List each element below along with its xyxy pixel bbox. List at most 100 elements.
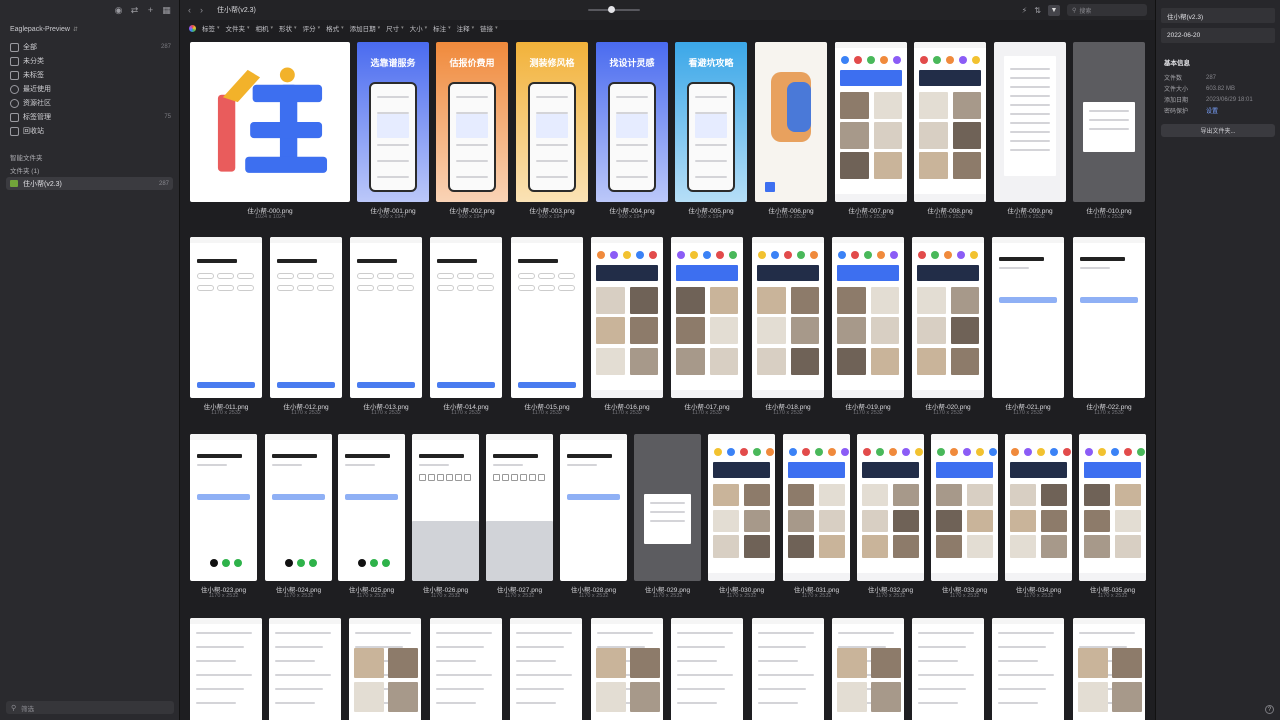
bell-icon[interactable]: ◉: [114, 5, 123, 15]
filter-chip[interactable]: 评分: [303, 23, 316, 33]
search-input[interactable]: ⚲ 搜索: [1067, 4, 1147, 16]
thumbnail-image[interactable]: [708, 434, 775, 581]
sidebar-item-tag-manage[interactable]: 标签管理 75: [0, 110, 179, 124]
export-folder-button[interactable]: 导出文件夹...: [1161, 124, 1275, 137]
thumbnail-image[interactable]: [190, 434, 257, 581]
thumbnail-image[interactable]: [1079, 434, 1146, 581]
thumbnail-image[interactable]: [671, 618, 743, 720]
filter-chip[interactable]: 文件夹: [226, 23, 246, 33]
thumbnail-image[interactable]: [1073, 618, 1145, 720]
sidebar-item-recent[interactable]: 最近使用: [0, 82, 179, 96]
file-dimensions: 1170 x 2532: [504, 593, 535, 599]
thumbnail-image[interactable]: [430, 618, 502, 720]
password-set-link[interactable]: 设置: [1206, 106, 1218, 115]
status-bar: [708, 434, 775, 440]
folder-date-field[interactable]: 2022-06-20: [1161, 28, 1275, 43]
help-icon[interactable]: ?: [1265, 705, 1274, 714]
thumbnail-image[interactable]: [412, 434, 479, 581]
thumbnail-image[interactable]: [992, 237, 1064, 398]
thumbnail-image[interactable]: [1073, 42, 1145, 202]
thumbnail-image[interactable]: [752, 618, 824, 720]
forward-icon[interactable]: ›: [200, 5, 203, 15]
thumbnail-image[interactable]: [269, 618, 341, 720]
thumbnail-image[interactable]: [510, 618, 582, 720]
sidebar-folder-item[interactable]: 住小帮(v2.3) 287: [6, 177, 173, 190]
content-line: [436, 688, 484, 690]
color-filter-icon[interactable]: [189, 24, 196, 32]
sidebar-item-all[interactable]: 全部 287: [0, 40, 179, 54]
thumbnail-image[interactable]: [835, 42, 907, 202]
thumbnail-image[interactable]: [1073, 237, 1145, 398]
sidebar-filter-input[interactable]: ⚲ 筛选: [6, 701, 174, 714]
thumbnail-image[interactable]: [338, 434, 405, 581]
sync-icon[interactable]: ⇄: [130, 5, 139, 15]
sort-icon[interactable]: ⇅: [1034, 6, 1041, 15]
thumbnail-image[interactable]: [931, 434, 998, 581]
thumbnail-image[interactable]: [591, 618, 663, 720]
thumbnail-image[interactable]: [270, 237, 342, 398]
thumbnail-image[interactable]: [560, 434, 627, 581]
thumbnail-image[interactable]: [265, 434, 332, 581]
category-icon: [690, 251, 698, 259]
filter-chip[interactable]: 尺寸: [386, 23, 399, 33]
filter-chip[interactable]: 相机: [256, 23, 269, 33]
thumbnail-image[interactable]: [752, 237, 824, 398]
thumbnail-image[interactable]: [783, 434, 850, 581]
thumbnail-image[interactable]: [511, 237, 583, 398]
smart-folders-header[interactable]: 智能文件夹: [0, 150, 179, 163]
thumbnail-image[interactable]: 选靠谱服务: [357, 42, 429, 202]
thumbnail-image[interactable]: [992, 618, 1064, 720]
category-icon: [1085, 448, 1093, 456]
thumbnail-image[interactable]: [190, 618, 262, 720]
thumbnail-image[interactable]: [832, 237, 904, 398]
thumbnail-image[interactable]: [190, 237, 262, 398]
sidebar-item-uncategorized[interactable]: 未分类: [0, 54, 179, 68]
thumbnail-image[interactable]: [634, 434, 701, 581]
filter-chip[interactable]: 链接: [480, 23, 493, 33]
add-icon[interactable]: +: [146, 5, 155, 15]
thumbnail-image[interactable]: [912, 237, 984, 398]
sidebar-item-trash[interactable]: 回收站: [0, 124, 179, 138]
thumbnail-image[interactable]: [832, 618, 904, 720]
feed-card: [1041, 509, 1067, 532]
thumbnail-image[interactable]: [857, 434, 924, 581]
content-line: [456, 96, 488, 98]
filter-chip[interactable]: 标注: [433, 23, 446, 33]
filter-chip[interactable]: 大小: [410, 23, 423, 33]
folders-header[interactable]: 文件夹 (1): [0, 163, 179, 176]
thumbnail-image[interactable]: [430, 237, 502, 398]
back-icon[interactable]: ‹: [188, 5, 191, 15]
filter-chip[interactable]: 格式: [326, 23, 339, 33]
thumbnail-image[interactable]: [190, 42, 350, 202]
thumbnail-image[interactable]: [486, 434, 553, 581]
thumbnail-image[interactable]: 找设计灵感: [596, 42, 668, 202]
content-line: [536, 96, 568, 98]
thumbnail-image[interactable]: 测装修风格: [516, 42, 588, 202]
thumbnail-image[interactable]: 看避坑攻略: [675, 42, 747, 202]
pin-icon[interactable]: ⚡: [1022, 6, 1028, 15]
thumbnail-image[interactable]: [350, 237, 422, 398]
folder-name-field[interactable]: 住小帮(v2.3): [1161, 8, 1275, 23]
filter-chip[interactable]: 标签: [202, 23, 215, 33]
filter-chip[interactable]: 注释: [457, 23, 470, 33]
panel-toggle-icon[interactable]: ▦: [162, 5, 171, 15]
filter-chip[interactable]: 形状: [279, 23, 292, 33]
filter-toggle-icon[interactable]: ▼: [1048, 4, 1060, 16]
filter-chip[interactable]: 添加日期: [350, 23, 376, 33]
thumbnail-image[interactable]: [349, 618, 421, 720]
thumbnail-image[interactable]: [914, 42, 986, 202]
thumbnail-image[interactable]: [755, 42, 827, 202]
thumbnail-image[interactable]: 估报价费用: [436, 42, 508, 202]
thumbnail-image[interactable]: [912, 618, 984, 720]
thumbnail-image[interactable]: [1005, 434, 1072, 581]
sidebar-item-untagged[interactable]: 未标签: [0, 68, 179, 82]
thumbnail-image[interactable]: [994, 42, 1066, 202]
file-dimensions: 1170 x 2532: [1097, 593, 1128, 599]
sidebar-item-community[interactable]: 资源社区: [0, 96, 179, 110]
zoom-slider-knob[interactable]: [608, 6, 615, 13]
thumbnail-image[interactable]: [591, 237, 663, 398]
feed-card: [1041, 484, 1067, 507]
thumbnail-image[interactable]: [671, 237, 743, 398]
zoom-slider[interactable]: [588, 6, 640, 13]
library-switcher[interactable]: Eaglepack-Preview ⇵: [0, 22, 179, 36]
